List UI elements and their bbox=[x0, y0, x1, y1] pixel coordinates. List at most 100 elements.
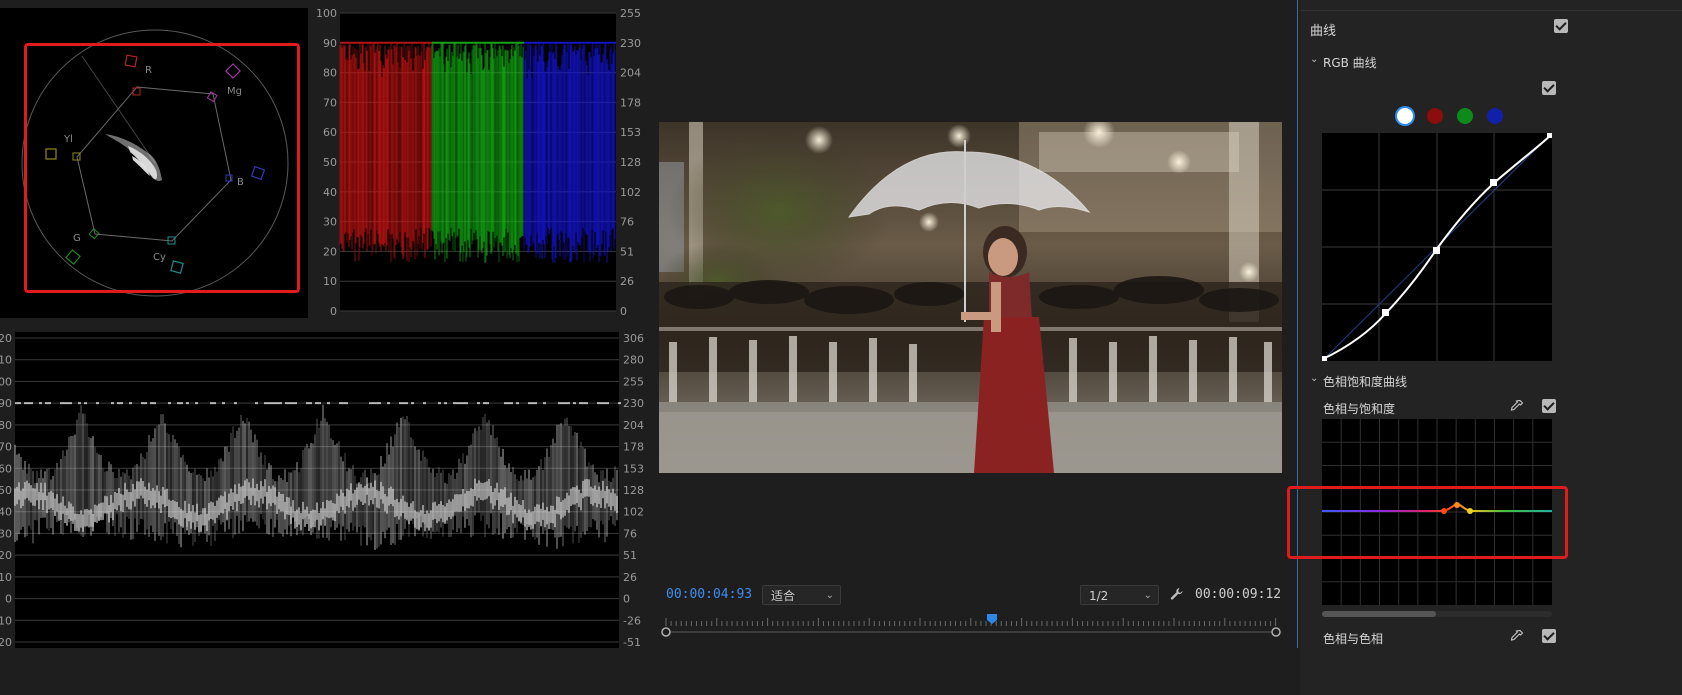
luma-waveform-panel: 1201101009080706050403020100-10-20 30628… bbox=[0, 330, 646, 648]
rgb-parade-panel: 100 90 80 70 60 50 40 30 20 10 0 255 230 204 178 153 12… bbox=[312, 8, 646, 318]
curve-point-1[interactable] bbox=[1382, 309, 1389, 316]
parade-tick-left: 10 bbox=[323, 275, 337, 288]
channel-blue-selector[interactable] bbox=[1487, 108, 1503, 124]
playback-resolution-dropdown[interactable]: 1/2 ⌄ bbox=[1080, 585, 1159, 605]
eyedropper-icon[interactable] bbox=[1510, 399, 1524, 413]
curve-point-3[interactable] bbox=[1490, 179, 1497, 186]
waveform-tick-right: 230 bbox=[623, 397, 644, 410]
waveform-tick-right: 204 bbox=[623, 419, 644, 432]
waveform-tick-left: -10 bbox=[0, 614, 12, 627]
vector-target-cy bbox=[170, 260, 184, 274]
parade-tick-left: 50 bbox=[323, 156, 337, 169]
vector-label-b: B bbox=[237, 177, 244, 188]
waveform-tick-right: 51 bbox=[623, 549, 637, 562]
vector-label-g: G bbox=[73, 233, 81, 244]
in-point-handle[interactable] bbox=[661, 627, 671, 637]
hue-sat-curves-expand-icon[interactable]: ⌄ bbox=[1310, 373, 1318, 384]
parade-tick-right: 26 bbox=[620, 275, 634, 288]
waveform-tick-left: 70 bbox=[0, 441, 12, 454]
waveform-tick-right: -51 bbox=[623, 636, 641, 648]
waveform-tick-left: 60 bbox=[0, 462, 12, 475]
duration-timecode: 00:00:09:12 bbox=[1195, 587, 1282, 602]
vector-label-yl: Yl bbox=[63, 134, 73, 145]
parade-tick-left: 30 bbox=[323, 216, 337, 229]
rgb-curve-enable-checkbox[interactable] bbox=[1542, 81, 1556, 95]
hue-vs-sat-label: 色相与饱和度 bbox=[1323, 402, 1396, 416]
waveform-tick-right: 76 bbox=[623, 527, 637, 540]
vector-target-b bbox=[250, 165, 266, 181]
hue-vs-hue-enable-checkbox[interactable] bbox=[1542, 629, 1556, 643]
channel-red-selector[interactable] bbox=[1427, 108, 1443, 124]
waveform-tick-left: 80 bbox=[0, 419, 12, 432]
program-monitor-frame bbox=[659, 122, 1282, 473]
waveform-tick-left: 20 bbox=[0, 549, 12, 562]
vector-target-r-inner bbox=[132, 87, 141, 96]
curve-point-white[interactable] bbox=[1547, 133, 1552, 138]
curves-enable-checkbox[interactable] bbox=[1554, 19, 1568, 33]
curves-section-title[interactable]: 曲线 bbox=[1310, 20, 1336, 39]
parade-tick-left: 80 bbox=[323, 67, 337, 80]
playhead[interactable] bbox=[987, 614, 997, 624]
waveform-tick-right: 153 bbox=[623, 462, 644, 475]
parade-tick-left: 20 bbox=[323, 245, 337, 258]
vector-target-r bbox=[124, 54, 138, 68]
parade-tick-left: 0 bbox=[330, 305, 337, 318]
rgb-curve-graph[interactable] bbox=[1322, 133, 1552, 361]
parade-tick-right: 76 bbox=[620, 216, 634, 229]
waveform-tick-left: 100 bbox=[0, 375, 12, 388]
hue-vs-sat-scroll-thumb[interactable] bbox=[1322, 611, 1436, 617]
parade-tick-right: 204 bbox=[620, 67, 641, 80]
vector-label-r: R bbox=[145, 65, 152, 76]
program-monitor-video bbox=[659, 122, 1282, 473]
hue-vs-sat-enable-checkbox[interactable] bbox=[1542, 399, 1556, 413]
out-point-handle[interactable] bbox=[1271, 627, 1281, 637]
vector-label-mg: Mg bbox=[227, 86, 242, 97]
playback-resolution-value: 1/2 bbox=[1089, 589, 1109, 603]
vectorscope-graph: R Mg B Cy G Yl bbox=[21, 29, 289, 297]
panel-top-separator bbox=[1300, 10, 1682, 11]
channel-green-selector[interactable] bbox=[1457, 108, 1473, 124]
fit-zoom-dropdown[interactable]: 适合 ⌄ bbox=[762, 585, 841, 605]
parade-tick-left: 100 bbox=[316, 8, 337, 20]
vector-label-cy: Cy bbox=[153, 252, 166, 263]
waveform-tick-right: 128 bbox=[623, 484, 644, 497]
hue-sat-point-2[interactable] bbox=[1454, 502, 1460, 508]
fit-zoom-value: 适合 bbox=[771, 589, 796, 603]
vector-target-yl bbox=[45, 148, 57, 160]
waveform-tick-right: 280 bbox=[623, 354, 644, 367]
hue-vs-sat-scrollbar[interactable] bbox=[1322, 611, 1552, 617]
waveform-tick-right: 178 bbox=[623, 441, 644, 454]
curve-point-2[interactable] bbox=[1433, 247, 1440, 254]
curve-point-black[interactable] bbox=[1322, 356, 1327, 361]
waveform-tick-left: 120 bbox=[0, 332, 12, 345]
rgb-curve-title[interactable]: RGB 曲线 bbox=[1323, 54, 1377, 71]
vectorscope-panel: R Mg B Cy G Yl bbox=[0, 8, 308, 318]
waveform-tick-left: 90 bbox=[0, 397, 12, 410]
hue-sat-point-3[interactable] bbox=[1467, 508, 1473, 514]
wrench-icon[interactable] bbox=[1170, 587, 1184, 601]
waveform-tick-right: 26 bbox=[623, 571, 637, 584]
hue-sat-curves-title[interactable]: 色相饱和度曲线 bbox=[1323, 373, 1407, 390]
parade-tick-left: 40 bbox=[323, 186, 337, 199]
rgb-curve-expand-icon[interactable]: ⌄ bbox=[1310, 54, 1318, 65]
hue-sat-point-1[interactable] bbox=[1441, 508, 1447, 514]
panel-divider bbox=[1297, 0, 1298, 648]
parade-tick-left: 70 bbox=[323, 96, 337, 109]
parade-tick-left: 90 bbox=[323, 37, 337, 50]
channel-white-selector[interactable] bbox=[1397, 108, 1413, 124]
waveform-tick-left: 40 bbox=[0, 506, 12, 519]
hue-vs-sat-graph[interactable] bbox=[1322, 419, 1552, 605]
parade-tick-right: 128 bbox=[620, 156, 641, 169]
parade-tick-right: 153 bbox=[620, 126, 641, 139]
waveform-tick-left: 110 bbox=[0, 354, 12, 367]
rgb-parade-graph: 1009080706050403020100 25523020417815312… bbox=[316, 8, 641, 318]
eyedropper-icon[interactable] bbox=[1510, 629, 1524, 643]
waveform-tick-right: 102 bbox=[623, 506, 644, 519]
current-timecode[interactable]: 00:00:04:93 bbox=[666, 587, 752, 602]
lumetri-curves-panel: 曲线 ⌄ RGB 曲线 ⌄ 色相饱和度曲线 色相与饱和度 色相与色相 bbox=[1300, 0, 1682, 695]
timeline-ruler[interactable] bbox=[660, 612, 1282, 640]
parade-tick-right: 0 bbox=[620, 305, 627, 318]
waveform-tick-left: 0 bbox=[5, 593, 12, 606]
waveform-tick-right: -26 bbox=[623, 614, 641, 627]
chevron-down-icon: ⌄ bbox=[1143, 590, 1152, 601]
